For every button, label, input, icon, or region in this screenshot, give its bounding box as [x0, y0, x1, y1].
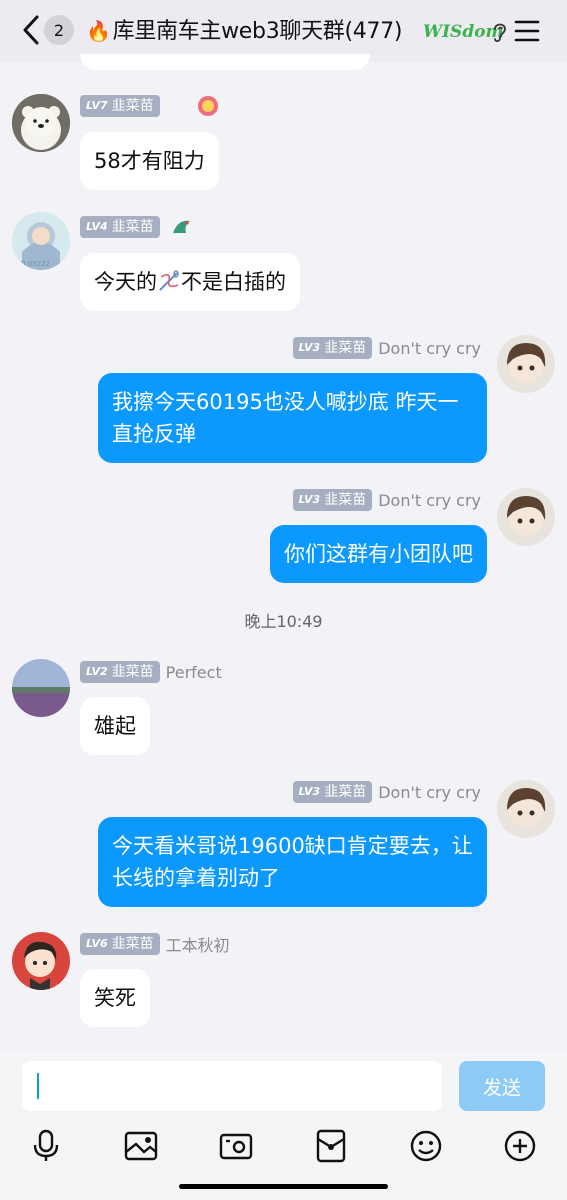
- microphone-icon: [33, 1129, 59, 1161]
- message-meta: LV6 韭菜苗 工本秋初: [80, 932, 230, 956]
- text-caret: [37, 1073, 39, 1099]
- red-packet-icon: [316, 1129, 346, 1163]
- message-meta: LV4 韭菜苗: [80, 215, 194, 239]
- unread-count-badge[interactable]: 2: [44, 15, 74, 45]
- sender-name: Don't cry cry: [378, 490, 481, 510]
- message-bubble[interactable]: 我擦今天60195也没人喊抄底 昨天一直抢反弹: [98, 373, 487, 463]
- previous-message-bubble: [80, 54, 370, 70]
- message-meta: LV3 韭菜苗 Don't cry cry: [292, 336, 481, 360]
- message-bubble[interactable]: 今天的 不是白插的: [80, 253, 300, 311]
- image-icon: [124, 1131, 158, 1161]
- cartoon-avatar-icon: [12, 932, 70, 990]
- level-badge: LV4 韭菜苗: [80, 216, 160, 238]
- message-bubble[interactable]: 雄起: [80, 697, 150, 755]
- avatar[interactable]: NO.03222: [12, 212, 70, 270]
- more-button[interactable]: [502, 1128, 538, 1164]
- red-packet-button[interactable]: [313, 1128, 349, 1164]
- emoji-icon: [410, 1130, 442, 1162]
- level-badge: LV3 韭菜苗: [292, 781, 373, 803]
- chat-header: 2 🔥库里南车主web3聊天群(477) WISdom: [0, 0, 567, 62]
- anime-avatar-icon: NO.03222: [12, 212, 70, 270]
- message-bubble[interactable]: 今天看米哥说19600缺口肯定要去，让长线的拿着别动了: [98, 817, 487, 907]
- message-meta: LV3 韭菜苗 Don't cry cry: [292, 780, 481, 804]
- composer: 发送: [0, 1052, 567, 1200]
- chat-title[interactable]: 🔥库里南车主web3聊天群(477): [86, 14, 402, 48]
- message-bubble[interactable]: 笑死: [80, 969, 150, 1027]
- voice-button[interactable]: [28, 1128, 64, 1164]
- image-button[interactable]: [123, 1128, 159, 1164]
- avatar[interactable]: [12, 659, 70, 717]
- sender-name: Don't cry cry: [378, 782, 481, 802]
- chevron-left-icon: [23, 15, 39, 45]
- message-bubble[interactable]: 58才有阻力: [80, 132, 219, 190]
- sender-name: Don't cry cry: [378, 338, 481, 358]
- level-badge: LV7 韭菜苗: [80, 95, 160, 117]
- avatar[interactable]: [497, 488, 555, 546]
- dragon-emoji-icon: [172, 220, 190, 233]
- avatar[interactable]: [497, 780, 555, 838]
- home-indicator: [179, 1184, 388, 1189]
- plus-icon: [504, 1130, 536, 1162]
- avatar[interactable]: [497, 335, 555, 393]
- message-input[interactable]: [22, 1061, 442, 1111]
- boy-avatar-icon: [497, 488, 555, 546]
- send-button[interactable]: 发送: [459, 1061, 545, 1111]
- needle-thread-icon: [159, 270, 179, 291]
- fire-icon: 🔥: [86, 19, 111, 43]
- flower-emoji-icon: [197, 96, 218, 116]
- message-bubble[interactable]: 你们这群有小团队吧: [270, 525, 487, 583]
- boy-avatar-icon: [497, 335, 555, 393]
- level-badge: LV2 韭菜苗: [80, 661, 160, 683]
- camera-icon: [219, 1133, 253, 1160]
- avatar[interactable]: [12, 94, 70, 152]
- boy-avatar-icon: [497, 780, 555, 838]
- message-meta: LV7 韭菜苗: [80, 94, 220, 118]
- message-meta: LV3 韭菜苗 Don't cry cry: [292, 488, 481, 512]
- avatar[interactable]: [12, 932, 70, 990]
- svg-text:NO.03222: NO.03222: [15, 260, 50, 268]
- sender-name: 工本秋初: [165, 936, 230, 955]
- landscape-avatar-icon: [12, 659, 70, 717]
- camera-button[interactable]: [218, 1128, 254, 1164]
- level-badge: LV3 韭菜苗: [292, 489, 373, 511]
- bear-avatar-icon: [12, 94, 70, 152]
- ear-icon[interactable]: [491, 20, 509, 44]
- level-badge: LV6 韭菜苗: [80, 933, 160, 955]
- sender-name: Perfect: [165, 662, 222, 682]
- level-badge: LV3 韭菜苗: [292, 337, 373, 359]
- timestamp: 晚上10:49: [244, 612, 323, 631]
- group-logo[interactable]: WISdom: [423, 18, 504, 46]
- menu-icon[interactable]: [514, 18, 540, 44]
- back-button[interactable]: [16, 12, 46, 48]
- message-meta: LV2 韭菜苗 Perfect: [80, 660, 222, 684]
- emoji-button[interactable]: [408, 1128, 444, 1164]
